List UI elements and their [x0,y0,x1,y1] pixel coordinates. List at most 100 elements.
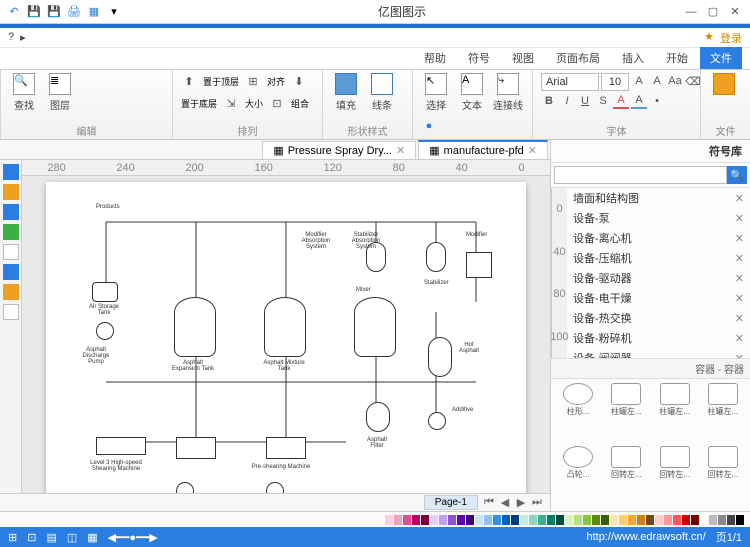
close-icon[interactable]: ✕ [735,192,744,205]
size-icon[interactable]: ⇲ [223,95,239,111]
tab-symbols[interactable]: 符号 [458,47,500,69]
shapes-search-input[interactable] [554,166,727,184]
category-item[interactable]: 设备-粉碎机✕ [567,328,750,348]
color-swatch[interactable] [565,515,573,525]
doc-tab[interactable]: ▦Pressure Spray Dry...✕ [262,141,416,159]
page-tab[interactable]: Page-1 [424,495,478,510]
view-icon[interactable]: ⊞ [8,531,17,544]
search-icon[interactable]: 🔍 [727,166,747,184]
fill-button[interactable]: 填充 [331,73,361,112]
back-icon[interactable]: ⬇ [291,73,307,89]
shape-item[interactable]: 柱罐左... [700,383,746,444]
color-swatch[interactable] [664,515,672,525]
vessel-shape[interactable] [366,402,390,432]
tool-icon[interactable] [3,204,19,220]
shape-item[interactable]: 柱形... [555,383,601,444]
color-swatch[interactable] [592,515,600,525]
shape-item[interactable]: 柱罐左... [652,383,698,444]
machine-shape[interactable] [266,437,306,459]
color-swatch[interactable] [484,515,492,525]
clear-format-icon[interactable]: ⌫ [685,73,701,89]
page-next-icon[interactable]: ▶ [514,496,528,509]
layer-button[interactable]: ≣图层 [45,73,75,112]
shape-circle-icon[interactable]: ● [421,118,437,134]
color-swatch[interactable] [709,515,717,525]
page-first-icon[interactable]: ⏮ [482,496,496,509]
close-icon[interactable]: ✕ [396,144,405,157]
close-icon[interactable]: ✕ [735,212,744,225]
vessel-shape[interactable] [428,337,452,377]
pump-shape[interactable] [176,482,194,493]
close-icon[interactable]: ✕ [735,332,744,345]
color-swatch[interactable] [646,515,654,525]
color-swatch[interactable] [574,515,582,525]
color-swatch[interactable] [412,515,420,525]
shape-item[interactable]: 柱罐左... [603,383,649,444]
hopper-shape[interactable] [426,242,446,272]
color-swatch[interactable] [583,515,591,525]
color-swatch[interactable] [682,515,690,525]
machine-shape[interactable] [96,437,146,455]
color-swatch[interactable] [493,515,501,525]
shape-item[interactable]: 回转左... [652,446,698,507]
font-family-input[interactable] [541,73,599,91]
grow-font-icon[interactable]: A [631,73,647,89]
color-swatch[interactable] [619,515,627,525]
file-button[interactable] [709,73,739,95]
category-item[interactable]: 设备-电干燥✕ [567,288,750,308]
color-swatch[interactable] [736,515,744,525]
font-color-icon[interactable]: A [613,93,629,109]
tool-icon[interactable] [3,264,19,280]
color-swatch[interactable] [430,515,438,525]
bold-icon[interactable]: B [541,93,557,109]
close-icon[interactable]: ✕ [735,232,744,245]
arrow-icon[interactable]: ▸ [20,31,26,44]
category-item[interactable]: 墙面和结构图✕ [567,188,750,208]
qat-export-icon[interactable]: ▦ [86,4,102,20]
color-swatch[interactable] [691,515,699,525]
close-icon[interactable]: ✕ [735,292,744,305]
color-swatch[interactable] [439,515,447,525]
category-item[interactable]: 设备-泵✕ [567,208,750,228]
color-swatch[interactable] [610,515,618,525]
color-swatch[interactable] [529,515,537,525]
shape-item[interactable]: 回转左... [603,446,649,507]
color-swatch[interactable] [520,515,528,525]
category-item[interactable]: 设备-离心机✕ [567,228,750,248]
color-swatch[interactable] [718,515,726,525]
color-swatch[interactable] [394,515,402,525]
qat-save-icon[interactable]: 💾 [26,4,42,20]
shape-item[interactable]: 凸轮... [555,446,601,507]
view-icon[interactable]: ▦ [87,531,97,544]
bullet-icon[interactable]: • [649,93,665,109]
color-swatch[interactable] [673,515,681,525]
tank-shape[interactable] [264,297,306,357]
tank-shape[interactable] [92,282,118,302]
color-swatch[interactable] [601,515,609,525]
font-case-icon[interactable]: Aa [667,73,683,89]
tool-icon[interactable] [3,244,19,260]
color-swatch[interactable] [466,515,474,525]
tool-icon[interactable] [3,304,19,320]
machine-shape[interactable] [176,437,216,459]
pump-shape[interactable] [428,412,446,430]
box-shape[interactable] [466,252,492,278]
view-icon[interactable]: ⊡ [27,531,36,544]
maximize-icon[interactable]: ▢ [704,5,722,19]
page-last-icon[interactable]: ⏭ [530,496,544,509]
category-item[interactable]: 设备-阀阀器✕ [567,348,750,358]
color-swatch[interactable] [556,515,564,525]
strike-icon[interactable]: S [595,93,611,109]
tab-view[interactable]: 视图 [502,47,544,69]
close-icon[interactable]: ✕ [735,252,744,265]
color-swatch[interactable] [502,515,510,525]
help-icon[interactable]: ? [8,31,14,44]
color-swatch[interactable] [448,515,456,525]
shrink-font-icon[interactable]: A [649,73,665,89]
color-swatch[interactable] [547,515,555,525]
close-icon[interactable]: ✕ [726,5,744,19]
group-icon[interactable]: ⊡ [269,95,285,111]
color-swatch[interactable] [538,515,546,525]
color-swatch[interactable] [457,515,465,525]
font-size-input[interactable] [601,73,629,91]
